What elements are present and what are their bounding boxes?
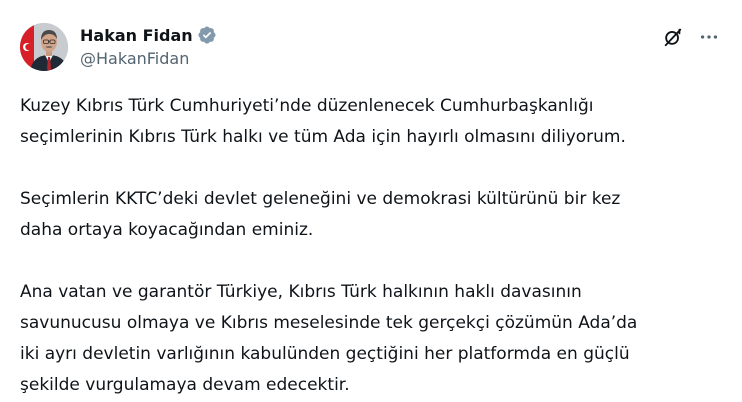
header-actions [662,26,720,48]
tweet-card: Hakan Fidan @HakanFidan Kuzey Kıbrıs Tür… [0,0,742,402]
tweet-line: Seçimlerin KKTC’deki devlet geleneğini v… [20,189,621,209]
tweet-paragraph: Seçimlerin KKTC’deki devlet geleneğini v… [20,184,730,246]
tweet-line: iki ayrı devletin varlığının kabulünden … [20,344,630,364]
user-handle[interactable]: @HakanFidan [80,49,217,68]
more-options-icon[interactable] [698,26,720,48]
tweet-line: Kuzey Kıbrıs Türk Cumhuriyeti’nde düzenl… [20,96,594,116]
avatar[interactable] [20,23,68,71]
tweet-line: daha ortaya koyacağından eminiz. [20,220,314,240]
tweet-line: savunucusu olmaya ve Kıbrıs meselesinde … [20,313,638,333]
name-row: Hakan Fidan [80,24,217,46]
tweet-text: Kuzey Kıbrıs Türk Cumhuriyeti’nde düzenl… [20,91,730,401]
tweet-line: seçimlerinin Kıbrıs Türk halkı ve tüm Ad… [20,127,626,147]
grok-icon[interactable] [662,26,684,48]
tweet-header: Hakan Fidan @HakanFidan [20,20,722,76]
tweet-paragraph: Kuzey Kıbrıs Türk Cumhuriyeti’nde düzenl… [20,91,730,153]
verified-badge-icon[interactable] [197,25,217,45]
user-info: Hakan Fidan @HakanFidan [80,24,217,68]
tweet-line: şekilde vurgulamaya devam edecektir. [20,375,350,395]
tweet-line: Ana vatan ve garantör Türkiye, Kıbrıs Tü… [20,282,582,302]
display-name[interactable]: Hakan Fidan [80,26,193,45]
tweet-paragraph: Ana vatan ve garantör Türkiye, Kıbrıs Tü… [20,277,730,401]
